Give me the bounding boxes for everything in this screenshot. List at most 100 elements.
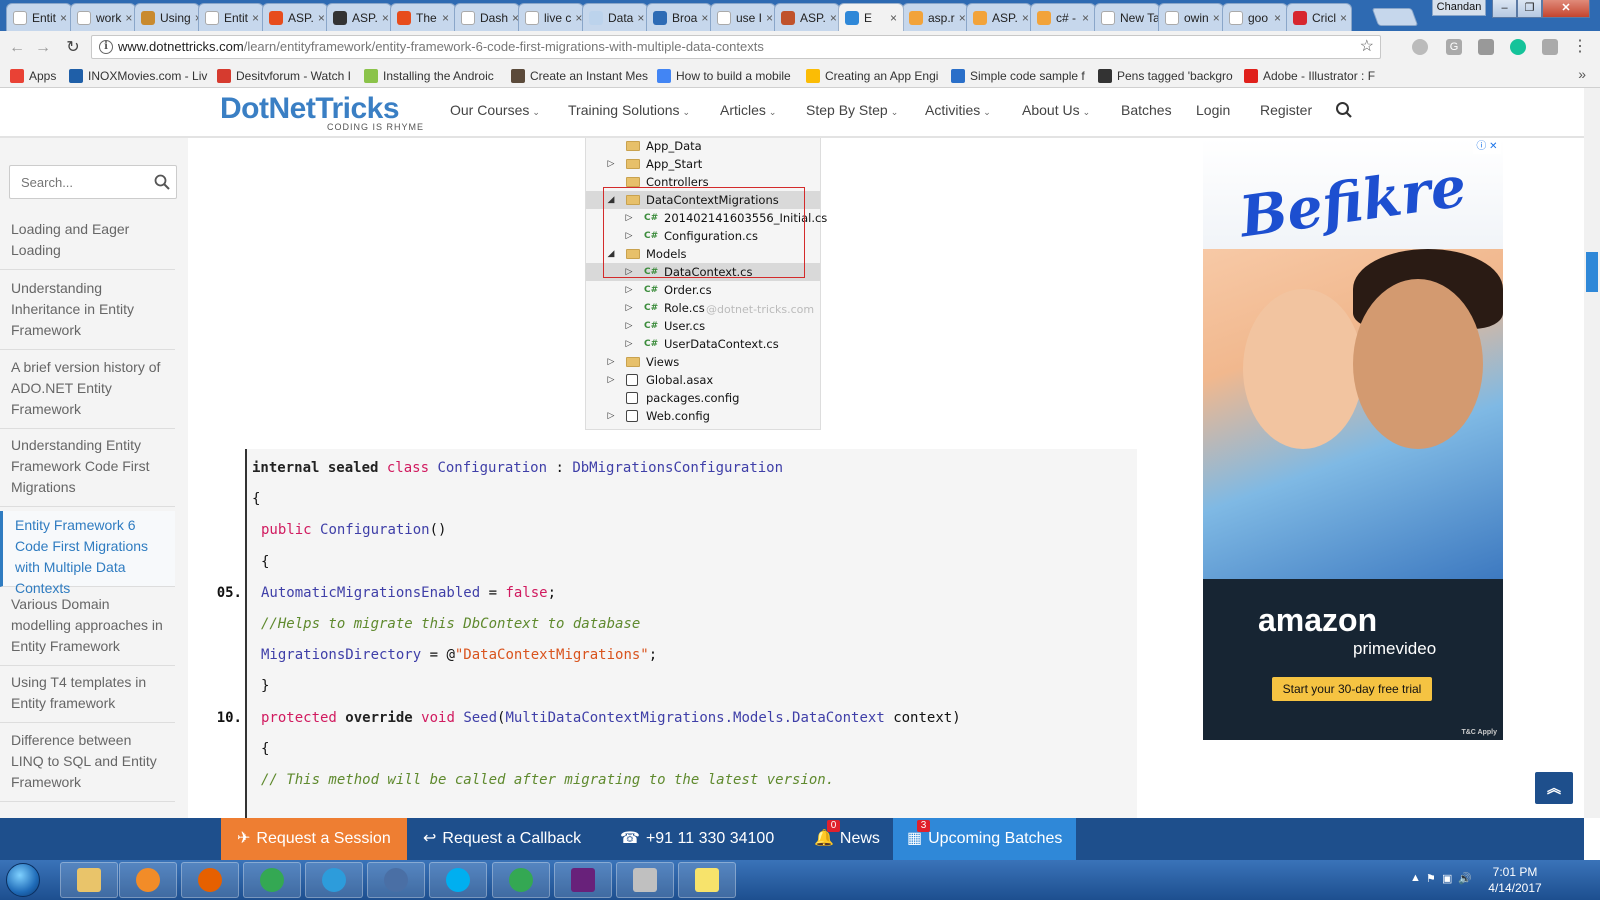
chrome-menu-icon[interactable]: ⋮ <box>1572 39 1588 55</box>
tree-node[interactable]: ▷ Views <box>586 353 820 371</box>
nav-item-batches[interactable]: Batches <box>1121 102 1172 118</box>
bookmark-item[interactable]: Create an Instant Mes <box>511 67 651 84</box>
collapsed-arrow-icon[interactable]: ▷ <box>624 299 634 317</box>
tree-node[interactable]: ▷ C# Order.cs <box>586 281 820 299</box>
taskbar-visual-studio-button[interactable] <box>554 862 612 898</box>
tree-node[interactable]: ▷ C# User.cs <box>586 317 820 335</box>
site-logo[interactable]: DotNetTricks CODING IS RHYME <box>220 92 426 132</box>
show-hidden-icons-icon[interactable]: ▲ <box>1410 872 1421 884</box>
g-extension-icon[interactable]: G <box>1446 39 1462 55</box>
tree-node[interactable]: ▷ C# UserDataContext.cs <box>586 335 820 353</box>
browser-tab[interactable]: ASP. × <box>774 3 840 31</box>
browser-tab[interactable]: Cricl × <box>1286 3 1352 31</box>
browser-tab[interactable]: E × <box>838 3 904 31</box>
nav-item-about-us[interactable]: About Us ⌄ <box>1022 102 1090 118</box>
adchoices-icon[interactable]: ⓘ ✕ <box>1473 140 1501 154</box>
sidebar-article-link[interactable]: Using T4 templates in Entity framework <box>0 668 175 723</box>
browser-tab[interactable]: Data × <box>582 3 648 31</box>
page-scrollbar[interactable] <box>1584 88 1600 818</box>
taskbar-sticky-notes-button[interactable] <box>678 862 736 898</box>
nav-item-training-solutions[interactable]: Training Solutions ⌄ <box>568 102 690 118</box>
news-button[interactable]: 🔔 News 0 <box>814 818 880 860</box>
taskbar-snipping-tool-button[interactable] <box>616 862 674 898</box>
taskbar-explorer-button[interactable] <box>60 862 118 898</box>
nav-item-our-courses[interactable]: Our Courses ⌄ <box>450 102 540 118</box>
profile-button[interactable]: Chandan <box>1432 0 1486 16</box>
sidebar-article-link[interactable]: A brief version history of ADO.NET Entit… <box>0 353 175 429</box>
taskbar-skype-button[interactable] <box>429 862 487 898</box>
forward-button[interactable]: → <box>32 37 54 59</box>
taskbar-chrome-2-button[interactable] <box>492 862 550 898</box>
tab-close-icon[interactable]: × <box>438 11 449 25</box>
tree-node[interactable]: packages.config <box>586 389 820 407</box>
request-session-button[interactable]: ✈ Request a Session <box>221 818 407 860</box>
sidebar-article-link[interactable]: Difference between LINQ to SQL and Entit… <box>0 726 175 802</box>
bookmark-item[interactable]: Simple code sample f <box>951 67 1091 84</box>
browser-tab[interactable]: use I × <box>710 3 776 31</box>
tree-node[interactable]: ▷ Web.config <box>586 407 820 425</box>
tab-close-icon[interactable]: × <box>955 11 966 25</box>
phone-number-link[interactable]: ☎ +91 11 330 34100 <box>620 818 774 860</box>
browser-tab[interactable]: The × <box>390 3 456 31</box>
sidebar-search-input[interactable] <box>10 166 140 198</box>
ad-cta-button[interactable]: Start your 30-day free trial <box>1272 677 1432 701</box>
nav-item-login[interactable]: Login <box>1196 102 1230 118</box>
browser-tab[interactable]: Entit × <box>6 3 72 31</box>
tab-close-icon[interactable]: × <box>1336 11 1347 25</box>
address-bar[interactable]: i www.dotnettricks.com/learn/entityframe… <box>91 35 1381 59</box>
close-window-button[interactable]: ✕ <box>1542 0 1590 18</box>
collapsed-arrow-icon[interactable]: ▷ <box>606 407 616 425</box>
upcoming-batches-button[interactable]: ▦ Upcoming Batches 3 <box>893 818 1077 860</box>
tab-close-icon[interactable]: × <box>762 11 773 25</box>
taskbar-media-player-button[interactable] <box>119 862 177 898</box>
taskbar-clock[interactable]: 7:01 PM 4/14/2017 <box>1480 864 1550 896</box>
bookmark-item[interactable]: Creating an App Engi <box>806 67 942 84</box>
volume-icon[interactable]: 🔊 <box>1458 872 1472 885</box>
sidebar-article-link[interactable]: Understanding Inheritance in Entity Fram… <box>0 274 175 350</box>
tab-close-icon[interactable]: × <box>1018 11 1029 25</box>
taskbar-chrome-button[interactable] <box>243 862 301 898</box>
nav-item-register[interactable]: Register <box>1260 102 1312 118</box>
tab-close-icon[interactable]: × <box>826 11 837 25</box>
tab-close-icon[interactable]: × <box>571 11 582 25</box>
search-icon[interactable] <box>154 174 170 190</box>
browser-tab[interactable]: asp.r × <box>902 3 968 31</box>
action-center-flag-icon[interactable]: ⚑ <box>1426 872 1436 885</box>
browser-tab[interactable]: Entit × <box>198 3 264 31</box>
advertisement[interactable]: Befikre amazon primevideo Start your 30-… <box>1203 139 1503 740</box>
grammarly-extension-icon[interactable] <box>1510 39 1526 55</box>
info-icon[interactable]: i <box>99 40 113 54</box>
collapsed-arrow-icon[interactable]: ▷ <box>624 317 634 335</box>
bookmark-item[interactable]: Adobe - Illustrator : F <box>1244 67 1394 84</box>
scrollbar-thumb[interactable] <box>1586 252 1598 292</box>
bookmark-item[interactable]: Pens tagged 'backgro <box>1098 67 1236 84</box>
tab-close-icon[interactable]: × <box>56 11 67 25</box>
nav-item-articles[interactable]: Articles ⌄ <box>720 102 776 118</box>
browser-tab[interactable]: owin × <box>1158 3 1224 31</box>
collapsed-arrow-icon[interactable]: ▷ <box>606 353 616 371</box>
bookmarks-overflow-icon[interactable]: » <box>1578 66 1586 82</box>
browser-tab[interactable]: live c × <box>518 3 584 31</box>
tab-close-icon[interactable]: × <box>121 11 132 25</box>
tab-close-icon[interactable]: × <box>886 11 897 25</box>
collapsed-arrow-icon[interactable]: ▷ <box>606 371 616 389</box>
back-to-top-button[interactable]: ︽ <box>1535 772 1573 804</box>
tree-node[interactable]: App_Data <box>586 138 820 155</box>
tree-node[interactable]: ▷ Global.asax <box>586 371 820 389</box>
tree-node[interactable]: ▷ App_Start <box>586 155 820 173</box>
browser-tab[interactable]: Broa × <box>646 3 712 31</box>
bookmark-item[interactable]: INOXMovies.com - Liv <box>69 67 209 84</box>
sidebar-article-link[interactable]: Various Domain modelling approaches in E… <box>0 590 175 666</box>
browser-tab[interactable]: Dash × <box>454 3 520 31</box>
tab-close-icon[interactable]: × <box>1078 11 1089 25</box>
nav-item-step-by-step[interactable]: Step By Step ⌄ <box>806 102 898 118</box>
browser-tab[interactable]: work × <box>70 3 136 31</box>
start-button[interactable] <box>6 863 40 897</box>
tab-close-icon[interactable]: × <box>1209 11 1220 25</box>
tab-close-icon[interactable]: × <box>633 11 644 25</box>
browser-tab[interactable]: ASP. × <box>326 3 392 31</box>
camera-extension-icon[interactable] <box>1478 39 1494 55</box>
puzzle-extension-icon[interactable] <box>1542 39 1558 55</box>
tab-close-icon[interactable]: × <box>697 11 708 25</box>
search-icon[interactable] <box>1335 101 1353 119</box>
